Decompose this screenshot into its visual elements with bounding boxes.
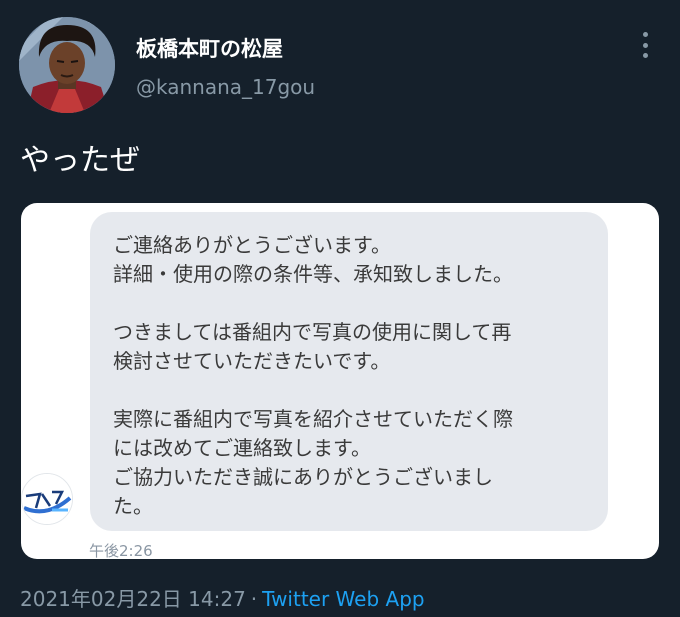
more-vertical-icon[interactable] (632, 30, 658, 60)
tweet-timestamp[interactable]: 2021年02月22日 14:27 (20, 587, 246, 611)
author-display-name[interactable]: 板橋本町の松屋 (136, 33, 283, 63)
attached-image[interactable]: ご連絡ありがとうございます。 詳細・使用の際の条件等、承知致しました。 つきまし… (21, 203, 659, 559)
meta-separator: · (250, 587, 258, 611)
more-dot (642, 53, 648, 58)
message-time: 午後2:26 (89, 542, 153, 559)
sender-logo-avatar (21, 473, 73, 525)
more-dot (642, 32, 648, 37)
message-bubble: ご連絡ありがとうございます。 詳細・使用の際の条件等、承知致しました。 つきまし… (90, 212, 608, 531)
tweet-meta: 2021年02月22日 14:27 · Twitter Web App (20, 583, 425, 612)
tweet-text: やったぜ (20, 143, 140, 178)
message-body: ご連絡ありがとうございます。 詳細・使用の際の条件等、承知致しました。 つきまし… (113, 233, 513, 518)
tweet-source-link[interactable]: Twitter Web App (262, 587, 424, 611)
author-handle[interactable]: @kannana_17gou (136, 75, 315, 99)
more-dot (642, 42, 648, 48)
profile-avatar[interactable] (19, 17, 115, 113)
